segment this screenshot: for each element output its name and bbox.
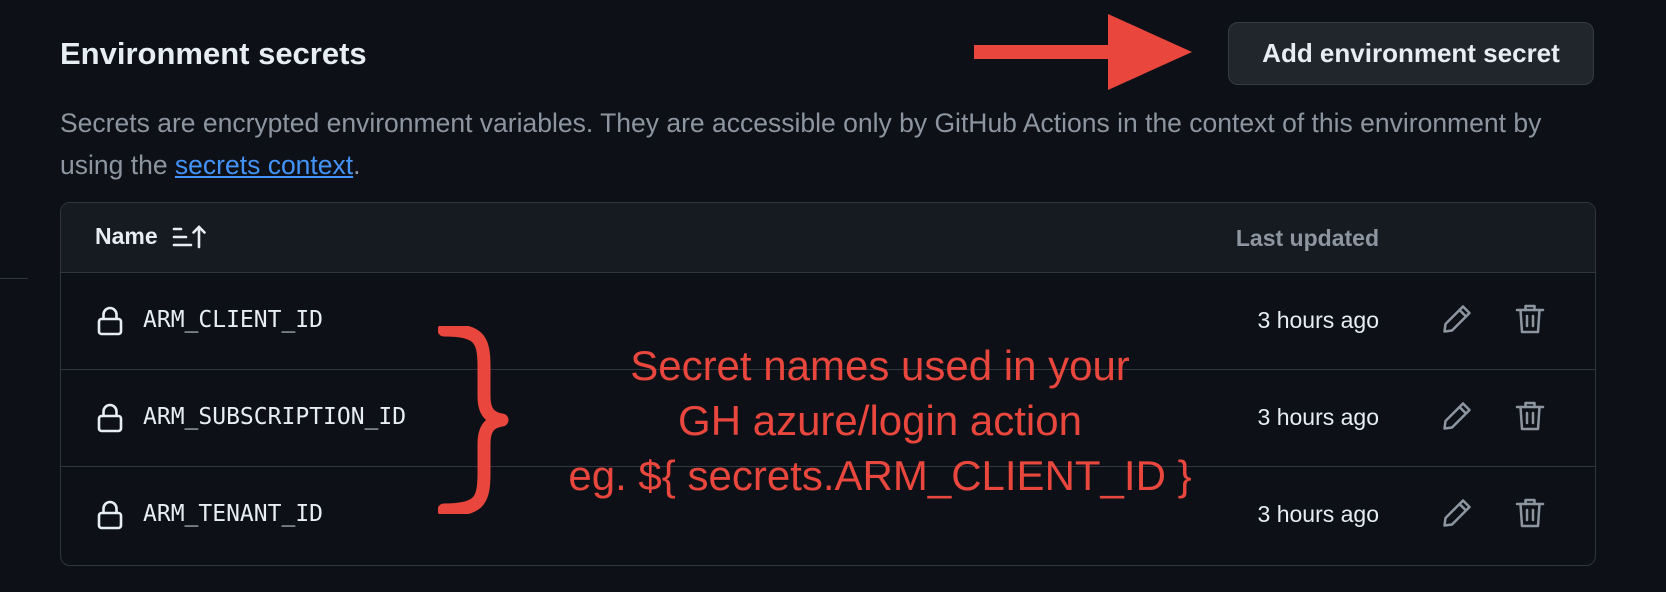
sort-ascending-icon bbox=[172, 224, 206, 248]
lock-icon bbox=[97, 403, 123, 433]
pencil-icon[interactable] bbox=[1441, 497, 1473, 529]
name-column-sort[interactable]: Name bbox=[95, 223, 206, 250]
secret-name: ARM_CLIENT_ID bbox=[143, 307, 324, 333]
section-title: Environment secrets bbox=[60, 36, 367, 71]
annotation-text: Secret names used in your GH azure/login… bbox=[530, 338, 1230, 503]
lock-icon bbox=[97, 306, 123, 336]
table-header: Name Last updated bbox=[61, 203, 1595, 273]
secret-name: ARM_TENANT_ID bbox=[143, 501, 324, 527]
secret-last-updated: 3 hours ago bbox=[1257, 307, 1379, 333]
lock-icon bbox=[97, 500, 123, 530]
annotation-line: GH azure/login action bbox=[678, 397, 1082, 444]
secret-last-updated: 3 hours ago bbox=[1257, 501, 1379, 527]
description-period: . bbox=[353, 150, 361, 180]
section-description: Secrets are encrypted environment variab… bbox=[60, 102, 1580, 186]
secrets-context-link[interactable]: secrets context bbox=[175, 150, 353, 180]
name-column-header: Name bbox=[95, 223, 158, 249]
pencil-icon[interactable] bbox=[1441, 303, 1473, 335]
add-environment-secret-button[interactable]: Add environment secret bbox=[1228, 22, 1594, 85]
annotation-line: Secret names used in your bbox=[630, 342, 1130, 389]
annotation-line: eg. ${ secrets.ARM_CLIENT_ID } bbox=[568, 452, 1192, 499]
last-updated-column-header: Last updated bbox=[1235, 225, 1379, 251]
secret-last-updated: 3 hours ago bbox=[1257, 404, 1379, 430]
secret-name: ARM_SUBSCRIPTION_ID bbox=[143, 404, 407, 430]
trash-icon[interactable] bbox=[1515, 400, 1545, 432]
pencil-icon[interactable] bbox=[1441, 400, 1473, 432]
trash-icon[interactable] bbox=[1515, 497, 1545, 529]
arrow-right-icon bbox=[974, 14, 1192, 90]
curly-brace-icon bbox=[438, 326, 509, 514]
trash-icon[interactable] bbox=[1515, 303, 1545, 335]
side-divider bbox=[0, 278, 28, 279]
